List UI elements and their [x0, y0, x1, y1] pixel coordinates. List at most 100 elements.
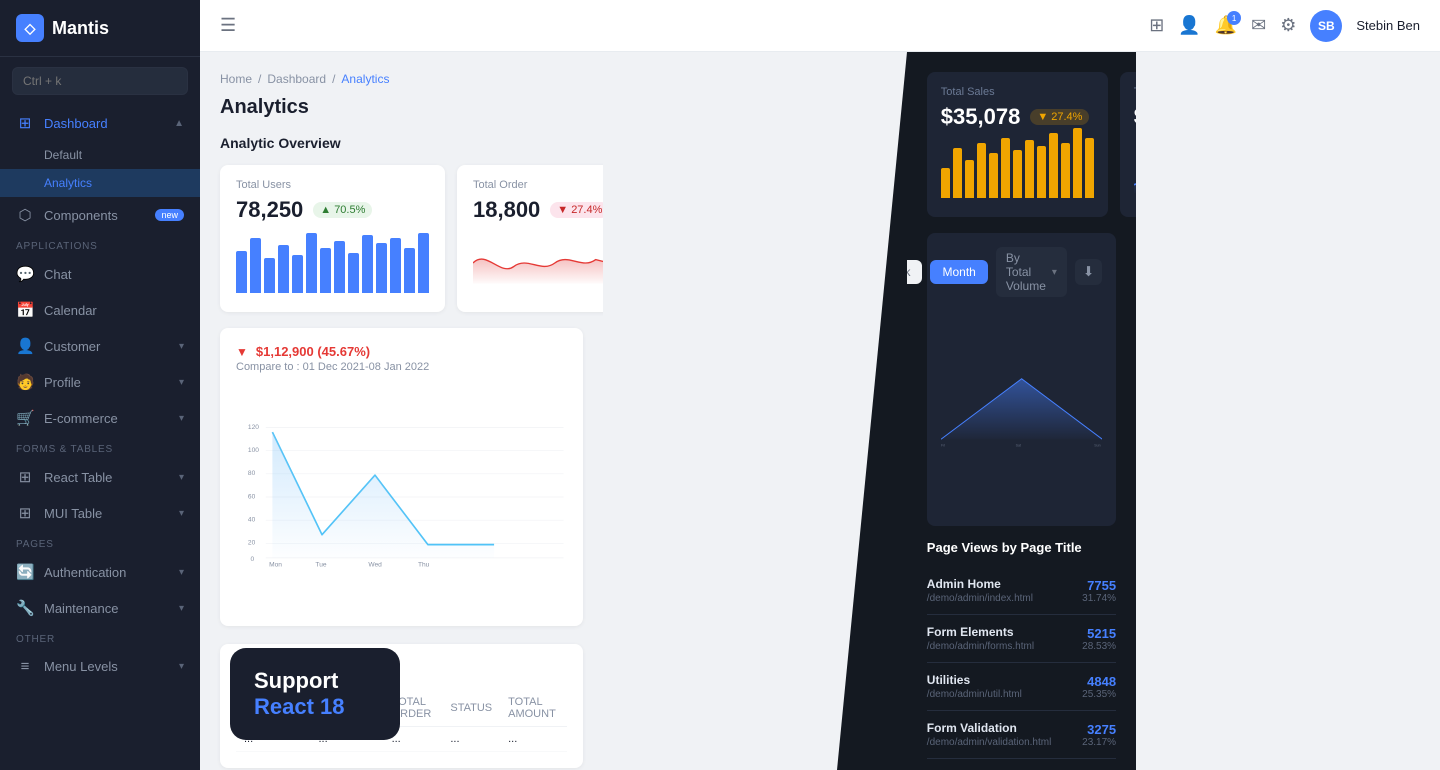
- sidebar-item-components[interactable]: ⬡ Components new: [0, 197, 200, 233]
- bar: [390, 238, 401, 293]
- sidebar-item-dashboard[interactable]: ⊞ Dashboard ▲: [0, 105, 200, 141]
- sidebar-item-maintenance[interactable]: 🔧 Maintenance ▾: [0, 590, 200, 626]
- chevron-down-icon: ▾: [179, 508, 184, 519]
- chevron-down-icon: ▾: [179, 567, 184, 578]
- pv-url: /demo/admin/validation.html: [927, 737, 1052, 748]
- sidebar-item-label: Maintenance: [44, 601, 118, 616]
- sidebar-item-react-table[interactable]: ⊞ React Table ▾: [0, 459, 200, 495]
- sidebar-item-chat[interactable]: 💬 Chat: [0, 256, 200, 292]
- sidebar-item-label: Chat: [44, 267, 71, 282]
- svg-text:120: 120: [248, 424, 259, 431]
- dark-area-chart: [1134, 138, 1136, 198]
- avatar[interactable]: SB: [1310, 10, 1342, 42]
- chevron-down-icon: ▾: [179, 603, 184, 614]
- breadcrumb-dashboard[interactable]: Dashboard: [267, 72, 326, 86]
- bar: [264, 258, 275, 293]
- week-btn[interactable]: Week: [907, 260, 923, 284]
- section-forms-tables: Forms & Tables: [0, 436, 200, 459]
- badge-down: ▼ 27.4%: [1030, 109, 1089, 125]
- dashboard-icon: ⊞: [16, 114, 34, 132]
- area-chart: [473, 233, 603, 293]
- bar: [1025, 140, 1034, 198]
- month-btn[interactable]: Month: [930, 260, 987, 284]
- analytic-overview-title: Analytic Overview: [220, 135, 583, 151]
- dark-panel: Total Sales $35,078 ▼ 27.4%: [907, 52, 1440, 770]
- svg-text:Wed: Wed: [368, 561, 382, 568]
- card-value: $1,12,083: [1134, 104, 1136, 130]
- page-view-item: Modals /demo/admin/modals.html 3003 22.2…: [927, 759, 1116, 770]
- svg-text:80: 80: [248, 470, 256, 477]
- bar: [404, 248, 415, 293]
- bar: [418, 233, 429, 293]
- svg-text:20: 20: [248, 540, 256, 547]
- bar: [334, 241, 345, 293]
- svg-text:Tue: Tue: [315, 561, 326, 568]
- pv-count: 3275: [1082, 722, 1116, 737]
- svg-text:60: 60: [248, 493, 256, 500]
- bar: [320, 248, 331, 293]
- bar: [306, 233, 317, 293]
- pv-title: Form Elements: [927, 625, 1034, 639]
- sidebar-item-mui-table[interactable]: ⊞ MUI Table ▾: [0, 495, 200, 531]
- breadcrumb: Home / Dashboard / Analytics: [220, 72, 583, 86]
- app-logo[interactable]: ◇ Mantis: [0, 0, 200, 57]
- hamburger-icon[interactable]: ☰: [220, 15, 236, 36]
- badge-down: ▼ 27.4%: [550, 202, 603, 218]
- support-popup[interactable]: Support React 18: [230, 648, 400, 740]
- page-views-section: Page Views by Page Title Admin Home /dem…: [927, 540, 1116, 770]
- grid-icon[interactable]: ⊞: [1149, 15, 1164, 36]
- settings-icon[interactable]: ⚙: [1280, 15, 1296, 36]
- section-applications: Applications: [0, 233, 200, 256]
- user-switch-icon[interactable]: 👤: [1178, 15, 1200, 36]
- sidebar-item-customer[interactable]: 👤 Customer ▾: [0, 328, 200, 364]
- sidebar-sub-item-analytics[interactable]: Analytics: [0, 169, 200, 197]
- chat-icon: 💬: [16, 265, 34, 283]
- sidebar-item-label: Customer: [44, 339, 100, 354]
- sidebar-item-authentication[interactable]: 🔄 Authentication ▾: [0, 554, 200, 590]
- download-btn[interactable]: ⬇: [1075, 259, 1102, 285]
- bar: [292, 255, 303, 293]
- page-title: Analytics: [220, 96, 583, 119]
- search-input[interactable]: [12, 67, 188, 95]
- sidebar-item-profile[interactable]: 🧑 Profile ▾: [0, 364, 200, 400]
- page-area: Home / Dashboard / Analytics Analytics A…: [200, 52, 1440, 770]
- menu-levels-icon: ≡: [16, 658, 34, 675]
- search-container: [0, 57, 200, 105]
- support-react18: React 18: [254, 694, 376, 720]
- pv-pct: 28.53%: [1082, 641, 1116, 652]
- card-value: 18,800: [473, 197, 540, 223]
- pv-pct: 25.35%: [1082, 689, 1116, 700]
- support-title: Support: [254, 668, 376, 694]
- svg-text:Thu: Thu: [418, 561, 430, 568]
- svg-text:Mon: Mon: [269, 561, 282, 568]
- sidebar-sub-item-default[interactable]: Default: [0, 141, 200, 169]
- chevron-down-icon: ▾: [179, 661, 184, 672]
- main-area: ☰ ⊞ 👤 🔔1 ✉ ⚙ SB Stebin Ben Home / Dashbo…: [200, 0, 1440, 770]
- bar: [278, 245, 289, 293]
- bar: [977, 143, 986, 198]
- card-label: Total Order: [473, 179, 603, 191]
- sidebar-item-label: Calendar: [44, 303, 97, 318]
- page-view-item: Utilities /demo/admin/util.html 4848 25.…: [927, 663, 1116, 711]
- sidebar-item-menu-levels[interactable]: ≡ Menu Levels ▾: [0, 649, 200, 684]
- breadcrumb-current: Analytics: [341, 72, 389, 86]
- svg-text:Sun: Sun: [1094, 444, 1100, 448]
- calendar-icon: 📅: [16, 301, 34, 319]
- bar: [989, 153, 998, 198]
- sidebar-item-calendar[interactable]: 📅 Calendar: [0, 292, 200, 328]
- sidebar-item-ecommerce[interactable]: 🛒 E-commerce ▾: [0, 400, 200, 436]
- svg-text:40: 40: [248, 516, 256, 523]
- header-right: ⊞ 👤 🔔1 ✉ ⚙ SB Stebin Ben: [1149, 10, 1420, 42]
- mail-icon[interactable]: ✉: [1251, 15, 1266, 36]
- bar: [1073, 128, 1082, 198]
- sidebar-item-label: Authentication: [44, 565, 126, 580]
- page-view-item: Admin Home /demo/admin/index.html 7755 3…: [927, 567, 1116, 615]
- bar-chart: [941, 138, 1094, 198]
- volume-dropdown[interactable]: By Total Volume ▾: [996, 247, 1067, 297]
- sidebar-item-label: Profile: [44, 375, 81, 390]
- notification-bell-icon[interactable]: 🔔1: [1215, 15, 1237, 36]
- logo-icon: ◇: [16, 14, 44, 42]
- breadcrumb-home[interactable]: Home: [220, 72, 252, 86]
- profile-icon: 🧑: [16, 373, 34, 391]
- sidebar-item-label: MUI Table: [44, 506, 102, 521]
